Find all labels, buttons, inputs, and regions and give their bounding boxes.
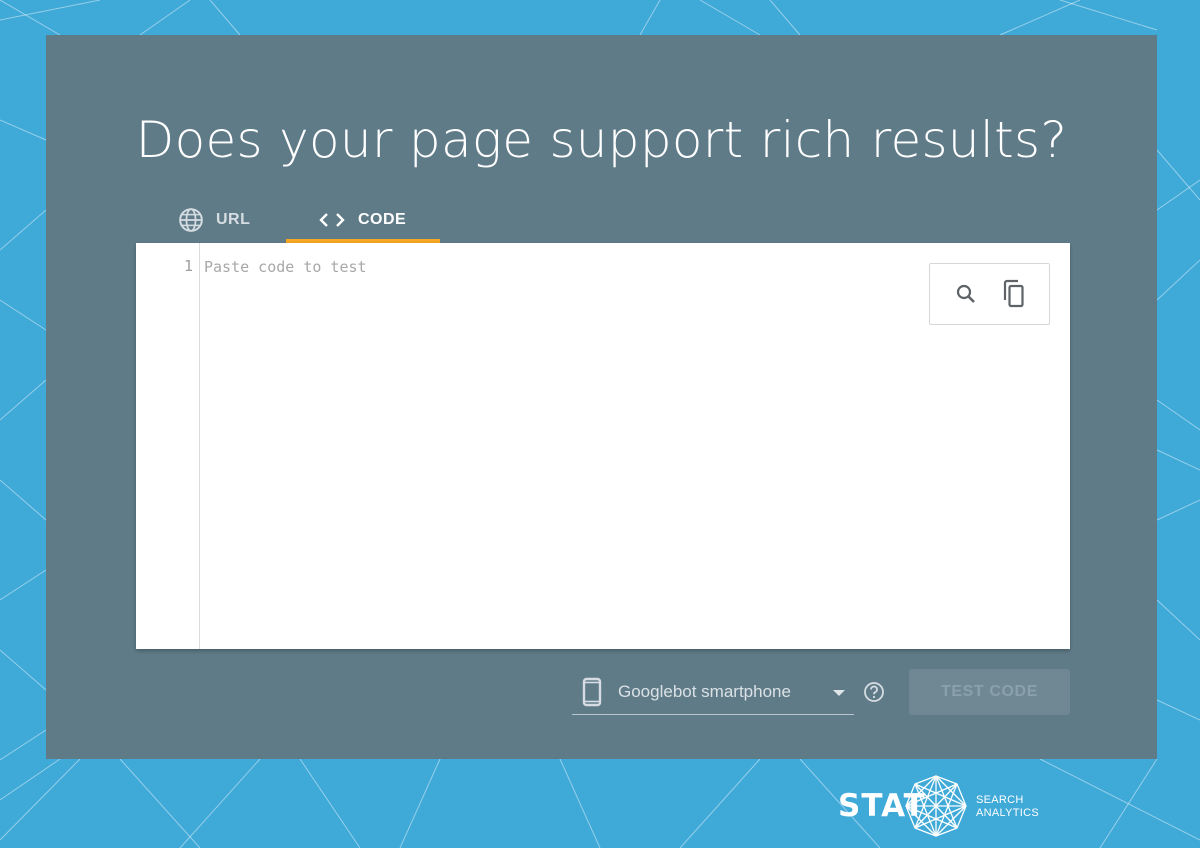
code-input[interactable]	[204, 255, 904, 279]
brand-subtitle-line1: SEARCH	[976, 794, 1024, 806]
copy-button[interactable]	[996, 276, 1032, 312]
code-editor: 1	[136, 243, 1070, 649]
search-button[interactable]	[948, 276, 984, 312]
line-gutter: 1	[136, 243, 200, 649]
globe-icon	[179, 208, 203, 232]
search-icon	[956, 284, 975, 303]
tab-url-label: URL	[216, 211, 251, 228]
geodesic-globe-icon	[905, 775, 967, 837]
brand-subtitle: SEARCH ANALYTICS	[976, 794, 1056, 820]
help-icon[interactable]	[863, 681, 885, 703]
tab-code-label: CODE	[358, 211, 407, 228]
code-icon	[319, 213, 345, 227]
editor-toolbar	[929, 263, 1050, 325]
test-code-button[interactable]: TEST CODE	[909, 669, 1070, 715]
smartphone-icon	[582, 677, 602, 706]
tab-url[interactable]: URL	[178, 197, 288, 243]
copy-icon	[1003, 279, 1024, 308]
device-select-value: Googlebot smartphone	[618, 681, 791, 701]
action-row: Googlebot smartphone TEST CODE	[46, 669, 1157, 717]
page-title: Does your page support rich results?	[135, 111, 1068, 169]
tab-code[interactable]: CODE	[286, 197, 440, 243]
device-select[interactable]: Googlebot smartphone	[572, 669, 854, 715]
brand-subtitle-line2: ANALYTICS	[976, 807, 1040, 819]
line-number: 1	[183, 257, 193, 275]
arrow-drop-down-icon	[833, 690, 845, 696]
main-panel: Does your page support rich results? URL…	[46, 35, 1157, 759]
